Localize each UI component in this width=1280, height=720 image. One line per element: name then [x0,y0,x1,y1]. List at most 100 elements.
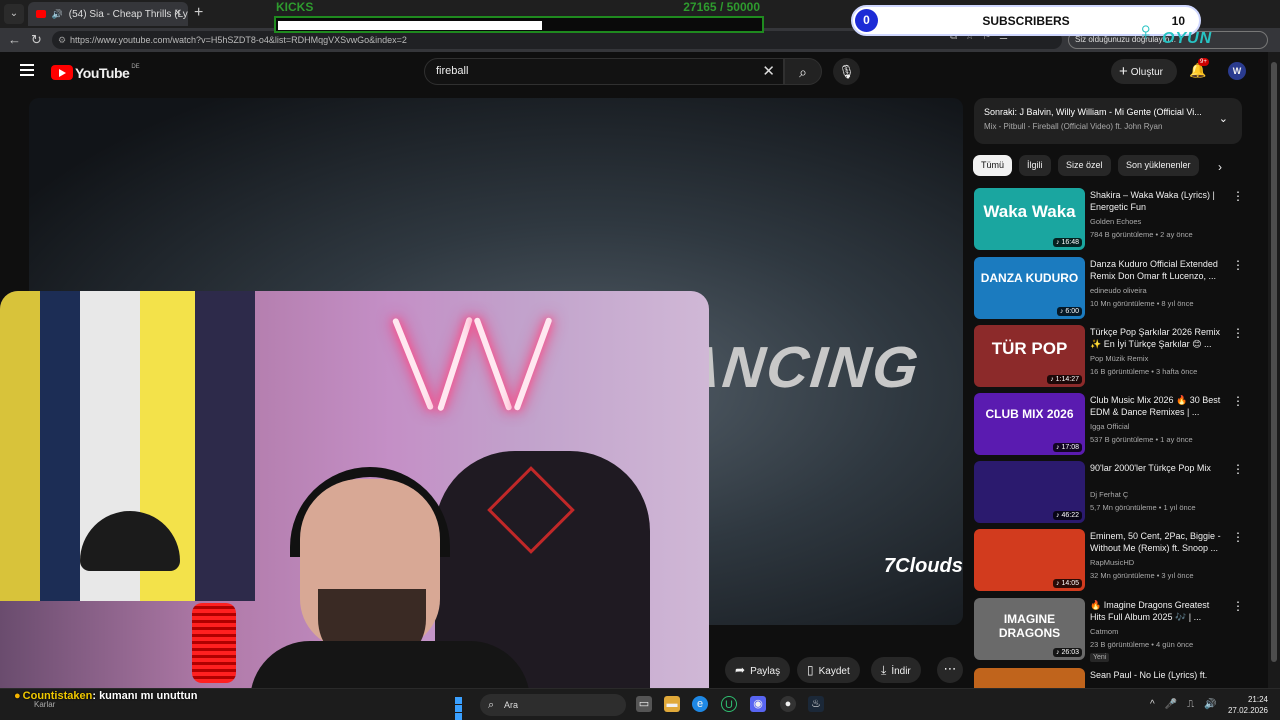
video-thumbnail[interactable]: Waka Waka ♪ 16:48 [974,188,1085,250]
upwork-icon[interactable]: U [721,696,737,712]
video-title[interactable]: 90'lar 2000'ler Türkçe Pop Mix [1090,462,1226,474]
chip-related[interactable]: İlgili [1019,155,1051,176]
video-menu-icon[interactable]: ⋮ [1232,600,1244,612]
video-thumbnail[interactable]: IMAGINE DRAGONS ♪ 26:03 [974,598,1085,660]
create-button[interactable]: + Oluştur [1111,59,1177,84]
voice-search-button[interactable]: 🎙 [833,58,860,85]
start-button[interactable] [455,697,470,720]
scrollbar-thumb[interactable] [1271,62,1277,662]
recommended-video-item[interactable]: ♪ 46:22 90'lar 2000'ler Türkçe Pop Mix Dj … [974,461,1244,525]
system-tray-icons[interactable]: ^🎤⎍🔊 [1150,699,1227,710]
video-menu-icon[interactable]: ⋮ [1232,531,1244,543]
video-title[interactable]: Club Music Mix 2026 🔥 30 Best EDM & Danc… [1090,394,1226,418]
more-actions-button[interactable]: ⋯ [937,657,963,683]
video-meta: 23 B görüntüleme • 4 gün önce [1090,640,1194,649]
video-thumbnail[interactable]: ♪ 46:22 [974,461,1085,523]
obs-icon[interactable]: ● [780,696,796,712]
red-microphone [192,603,236,683]
video-menu-icon[interactable]: ⋮ [1232,259,1244,271]
video-menu-icon[interactable]: ⋮ [1232,190,1244,202]
next-up-title: Sonraki: J Balvin, Willy William - Mi Ge… [984,107,1202,117]
video-menu-icon[interactable]: ⋮ [1232,395,1244,407]
mascot-icon: ♀ [1136,16,1156,46]
save-button[interactable]: ▯ Kaydet [797,657,860,683]
kicks-count: 27165 / 50000 [683,0,760,14]
taskbar-clock[interactable]: 21:24 27.02.2026 [1226,694,1268,716]
steam-icon[interactable]: ♨ [808,696,824,712]
tab-list-button[interactable]: ⌄ [4,4,24,24]
share-label: Paylaş [750,666,781,677]
avatar[interactable]: W [1228,62,1246,80]
recommended-video-item[interactable]: IMAGINE DRAGONS ♪ 26:03 🔥 Imagine Dragons … [974,598,1244,662]
video-title[interactable]: Eminem, 50 Cent, 2Pac, Biggie - Without … [1090,530,1226,554]
video-channel[interactable]: Igga Official [1090,422,1129,431]
video-thumbnail[interactable]: ♪ 14:05 [974,529,1085,591]
search-input[interactable]: fireball ✕ [424,58,784,85]
kicks-label: KICKS [276,0,314,14]
reload-icon[interactable]: ↻ [31,32,42,48]
microphone-icon: 🎙 [838,64,855,79]
new-badge: Yeni [1090,653,1110,662]
video-channel[interactable]: RapMusicHD [1090,558,1134,567]
clear-search-icon[interactable]: ✕ [762,59,775,84]
video-channel[interactable]: Golden Echoes [1090,217,1141,226]
video-channel[interactable]: Catmom [1090,627,1118,636]
taskbar-search[interactable]: ⌕ Ara [480,694,626,716]
thumbnail-text: DANZA KUDURO [980,271,1079,285]
recommended-video-item[interactable]: CLUB MIX 2026 ♪ 17:08 Club Music Mix 2026 … [974,393,1244,457]
video-channel[interactable]: Dj Ferhat Ç [1090,490,1128,499]
neon-light [391,317,435,411]
video-channel[interactable]: edineudo oliveira [1090,286,1147,295]
speaker-icon[interactable]: 🔊 [52,9,63,19]
share-button[interactable]: ➦ Paylaş [725,657,791,683]
video-menu-icon[interactable]: ⋮ [1232,327,1244,339]
chevron-right-icon[interactable]: › [1218,160,1222,174]
recommended-video-item[interactable]: ♪ 14:05 Eminem, 50 Cent, 2Pac, Biggie - W… [974,529,1244,593]
chevron-down-icon[interactable]: ⌄ [1219,112,1228,125]
back-arrow-icon[interactable]: ← [8,32,21,48]
video-menu-icon[interactable]: ⋮ [1232,463,1244,475]
video-thumbnail[interactable]: DANZA KUDURO ♪ 6:00 [974,257,1085,319]
new-tab-button[interactable]: + [194,4,203,22]
chip-for-you[interactable]: Size özel [1058,155,1111,176]
file-explorer-icon[interactable]: ▬ [664,696,680,712]
site-info-icon[interactable]: ⚙ [58,31,66,49]
download-label: İndir [891,666,911,677]
video-title[interactable]: Türkçe Pop Şarkılar 2026 Remix ✨ En İyi … [1090,326,1226,350]
video-channel[interactable]: Pop Müzik Remix [1090,354,1148,363]
chip-all[interactable]: Tümü [973,155,1013,176]
recommended-video-item[interactable]: TÜR POP ♪ 1:14:27 Türkçe Pop Şarkılar 2026… [974,325,1244,389]
video-title[interactable]: Danza Kuduro Official Extended Remix Don… [1090,258,1226,282]
watermark-text: 7Clouds [884,555,963,577]
playlist-next-up[interactable]: Sonraki: J Balvin, Willy William - Mi Ge… [974,98,1242,144]
kicks-current: 27165 [683,0,717,14]
browser-tab-active[interactable]: 🔊 (54) Sia - Cheap Thrills (Lyrics) ✕ [28,2,188,26]
share-icon: ➦ [735,663,746,677]
video-title[interactable]: Sean Paul - No Lie (Lyrics) ft. [1090,669,1226,681]
create-label: Oluştur [1130,67,1163,78]
download-button[interactable]: ⤓ İndir [871,657,921,683]
video-thumbnail[interactable]: CLUB MIX 2026 ♪ 17:08 [974,393,1085,455]
search-button[interactable]: ⌕ [784,58,822,85]
chip-recent[interactable]: Son yüklenenler [1118,155,1199,176]
recommended-video-item[interactable]: Waka Waka ♪ 16:48 Shakira – Waka Waka (Lyr… [974,188,1244,252]
close-tab-icon[interactable]: ✕ [174,2,182,26]
thumbnail-text: TÜR POP [991,339,1068,358]
edge-icon[interactable]: e [692,696,708,712]
jersey-decor [195,291,255,601]
brand-logo: ♀ OYUN [1136,16,1256,52]
youtube-favicon-icon [36,10,46,18]
region-code: DE [131,64,140,70]
video-title[interactable]: Shakira – Waka Waka (Lyrics) | Energetic… [1090,189,1226,213]
channel-watermark: 7Clouds [884,555,963,614]
discord-icon[interactable]: ◉ [750,696,766,712]
notifications-button[interactable]: 🔔 9+ [1189,58,1209,79]
task-view-icon[interactable]: ▭ [636,696,652,712]
page-scrollbar[interactable] [1268,52,1280,688]
video-title[interactable]: 🔥 Imagine Dragons Greatest Hits Full Alb… [1090,599,1226,623]
youtube-logo[interactable]: YouTube DE [51,64,140,81]
kicks-goal: / 50000 [719,0,760,14]
video-thumbnail[interactable]: TÜR POP ♪ 1:14:27 [974,325,1085,387]
menu-icon[interactable] [20,64,34,76]
recommended-video-item[interactable]: DANZA KUDURO ♪ 6:00 Danza Kuduro Official … [974,257,1244,321]
